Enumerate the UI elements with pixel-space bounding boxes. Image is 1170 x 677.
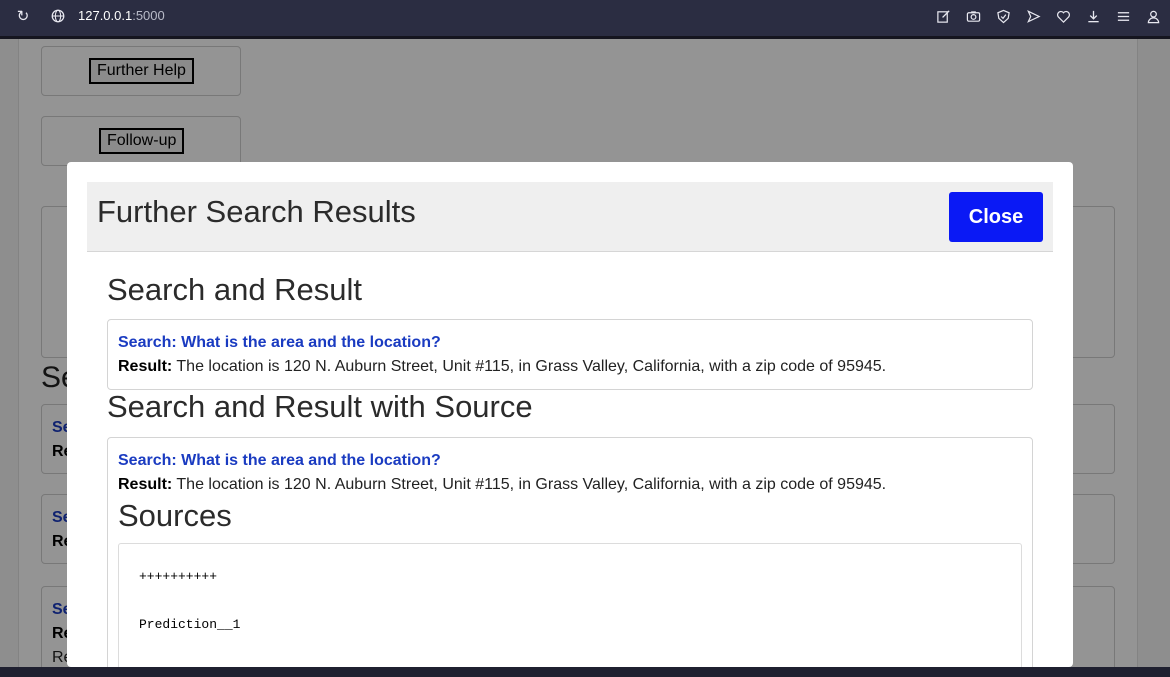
result-line: Result: The location is 120 N. Auburn St… bbox=[118, 358, 886, 376]
profile-icon[interactable] bbox=[1144, 7, 1162, 25]
search-label: Search: bbox=[118, 334, 177, 351]
download-icon[interactable] bbox=[1084, 7, 1102, 25]
modal-title: Further Search Results bbox=[97, 194, 416, 229]
status-bar bbox=[0, 667, 1170, 677]
section-heading-search-and-result-with-source: Search and Result with Source bbox=[107, 389, 533, 424]
search-line: Search: What is the area and the locatio… bbox=[118, 452, 441, 470]
reload-icon[interactable]: ↻ bbox=[14, 8, 32, 26]
sources-code-block: ++++++++++ Prediction__1 bbox=[118, 543, 1022, 667]
search-line: Search: What is the area and the locatio… bbox=[118, 334, 441, 352]
result-text: The location is 120 N. Auburn Street, Un… bbox=[176, 476, 887, 493]
further-search-results-modal: Further Search Results Close Search and … bbox=[67, 162, 1073, 667]
result-line: Result: The location is 120 N. Auburn St… bbox=[118, 476, 886, 494]
close-button[interactable]: Close bbox=[949, 192, 1043, 242]
shield-icon[interactable] bbox=[994, 7, 1012, 25]
address-bar[interactable]: 127.0.0.1:5000 bbox=[78, 8, 165, 24]
browser-actions bbox=[934, 7, 1162, 25]
source-line: Prediction__1 bbox=[139, 617, 241, 632]
globe-icon bbox=[50, 8, 68, 26]
search-text: What is the area and the location? bbox=[181, 334, 441, 351]
send-icon[interactable] bbox=[1024, 7, 1042, 25]
search-label: Search: bbox=[118, 452, 177, 469]
sources-heading: Sources bbox=[118, 498, 232, 533]
edit-icon[interactable] bbox=[934, 7, 952, 25]
source-line: ++++++++++ bbox=[139, 569, 218, 584]
result-label: Result: bbox=[118, 476, 173, 493]
search-text: What is the area and the location? bbox=[181, 452, 441, 469]
camera-icon[interactable] bbox=[964, 7, 982, 25]
modal-header: Further Search Results Close bbox=[87, 182, 1053, 252]
search-result-source-card: Search: What is the area and the locatio… bbox=[107, 437, 1033, 667]
menu-icon[interactable] bbox=[1114, 7, 1132, 25]
url-host: 127.0.0.1 bbox=[78, 8, 133, 23]
section-heading-search-and-result: Search and Result bbox=[107, 272, 363, 307]
search-result-card: Search: What is the area and the locatio… bbox=[107, 319, 1033, 390]
result-text: The location is 120 N. Auburn Street, Un… bbox=[176, 358, 887, 375]
result-label: Result: bbox=[118, 358, 173, 375]
heart-icon[interactable] bbox=[1054, 7, 1072, 25]
browser-toolbar: ↻ 127.0.0.1:5000 bbox=[0, 0, 1170, 36]
url-port: :5000 bbox=[132, 8, 165, 23]
